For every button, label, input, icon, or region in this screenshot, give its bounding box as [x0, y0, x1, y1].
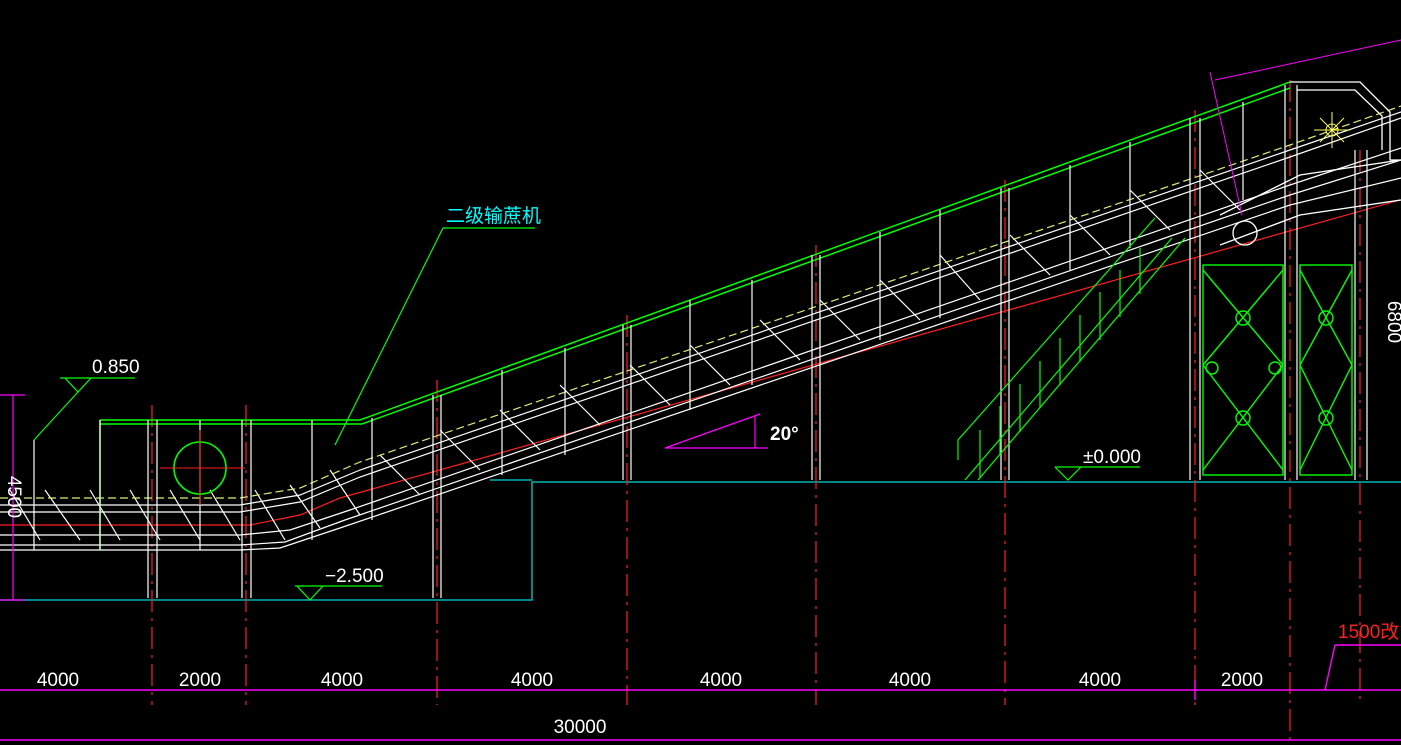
conveyor-truss [0, 111, 1401, 551]
dimension-segment-4: 4000 [511, 670, 553, 691]
access-stair [957, 217, 1186, 481]
dimension-total: 30000 [554, 717, 607, 738]
grid-axes [151, 80, 1361, 745]
height-label-left: 4500 [3, 476, 24, 518]
height-label-right: 6800 [1383, 301, 1401, 343]
dimension-segment-2: 2000 [179, 670, 221, 691]
dimension-segment-3: 4000 [321, 670, 363, 691]
elevation-label-pit: −2.500 [325, 566, 384, 587]
dimension-lines [0, 644, 1401, 741]
dimension-segment-7: 4000 [1079, 670, 1121, 691]
roof-frame [99, 81, 1291, 550]
angle-label: 20° [770, 424, 799, 445]
elevation-label-top: 0.850 [92, 357, 140, 378]
cad-drawing-canvas: 二级输蔗机 0.850 ±0.000 −2.500 20° 4500 6800 … [0, 39, 1401, 745]
conveyor-label: 二级输蔗机 [446, 205, 541, 227]
angle-marker [664, 413, 768, 449]
support-posts [33, 85, 1368, 598]
dimension-segment-1: 4000 [37, 670, 79, 691]
head-housing [1219, 81, 1401, 246]
dimension-segment-8: 2000 [1221, 670, 1263, 691]
sun-marker-icon [1314, 112, 1350, 148]
dimension-segment-5: 4000 [700, 670, 742, 691]
elevation-label-zero: ±0.000 [1083, 447, 1141, 468]
revision-label: 1500改 [1338, 621, 1399, 643]
dimension-segment-6: 4000 [889, 670, 931, 691]
tower-bracing [1202, 264, 1353, 476]
